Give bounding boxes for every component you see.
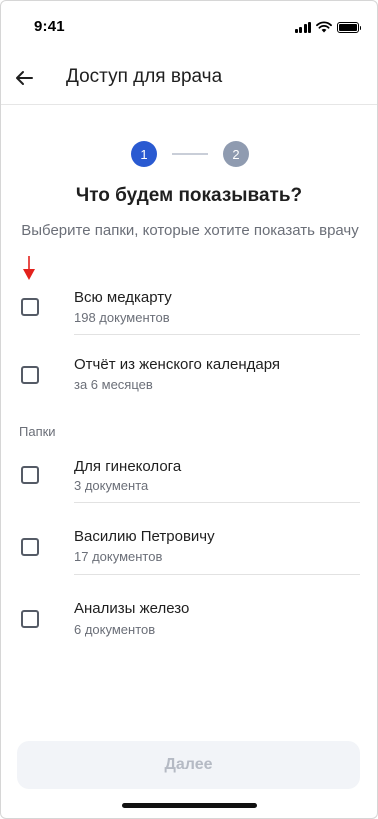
folders-section-label: Папки <box>19 424 56 439</box>
header: Доступ для врача <box>1 51 377 105</box>
option-full-record[interactable]: Всю медкарту 198 документов <box>1 273 377 341</box>
status-time: 9:41 <box>34 18 65 35</box>
wifi-icon <box>316 21 332 33</box>
divider <box>74 574 360 575</box>
back-button[interactable] <box>9 63 39 93</box>
header-title: Доступ для врача <box>66 66 223 87</box>
option-calendar-report[interactable]: Отчёт из женского календаря за 6 месяцев <box>1 341 377 409</box>
checkbox-folder-iron-tests[interactable] <box>21 610 39 628</box>
folder-item-iron-tests[interactable]: Анализы железо 6 документов <box>1 585 377 653</box>
page-title: Что будем показывать? <box>75 185 303 206</box>
divider <box>74 502 360 503</box>
signal-icon <box>294 21 311 33</box>
folder-title: Для гинеколога <box>74 458 182 475</box>
folder-title: Василию Петровичу <box>74 528 215 545</box>
checkbox-calendar-report[interactable] <box>21 366 39 384</box>
app-screen: 9:41 Доступ для врача 1 2 Что будем пока… <box>0 0 378 819</box>
option-subtitle: за 6 месяцев <box>74 377 153 392</box>
checkbox-folder-gynecologist[interactable] <box>21 466 39 484</box>
home-indicator <box>122 803 257 808</box>
divider <box>74 334 360 335</box>
folder-title: Анализы железо <box>74 600 190 617</box>
folder-item-vasily-petrovich[interactable]: Василию Петровичу 17 документов <box>1 513 377 581</box>
step-2-indicator: 2 <box>223 141 249 167</box>
page-subtitle: Выберите папки, которые хотите показать … <box>21 222 359 239</box>
folder-item-gynecologist[interactable]: Для гинеколога 3 документа <box>1 442 377 510</box>
option-title: Отчёт из женского календаря <box>74 356 281 373</box>
battery-icon <box>337 21 361 33</box>
step-connector <box>172 153 208 155</box>
status-bar: 9:41 <box>1 1 377 51</box>
folder-subtitle: 6 документов <box>74 622 156 637</box>
option-title: Всю медкарту <box>74 289 172 306</box>
status-icons <box>294 21 361 33</box>
checkbox-folder-vasily-petrovich[interactable] <box>21 538 39 556</box>
arrow-left-icon <box>16 71 33 85</box>
checkbox-full-record[interactable] <box>21 298 39 316</box>
option-subtitle: 198 документов <box>74 310 170 325</box>
step-1-indicator: 1 <box>131 141 157 167</box>
stepper: 1 2 <box>131 141 249 167</box>
folder-subtitle: 17 документов <box>74 549 163 564</box>
folder-subtitle: 3 документа <box>74 478 149 493</box>
next-button[interactable]: Далее <box>17 741 360 789</box>
